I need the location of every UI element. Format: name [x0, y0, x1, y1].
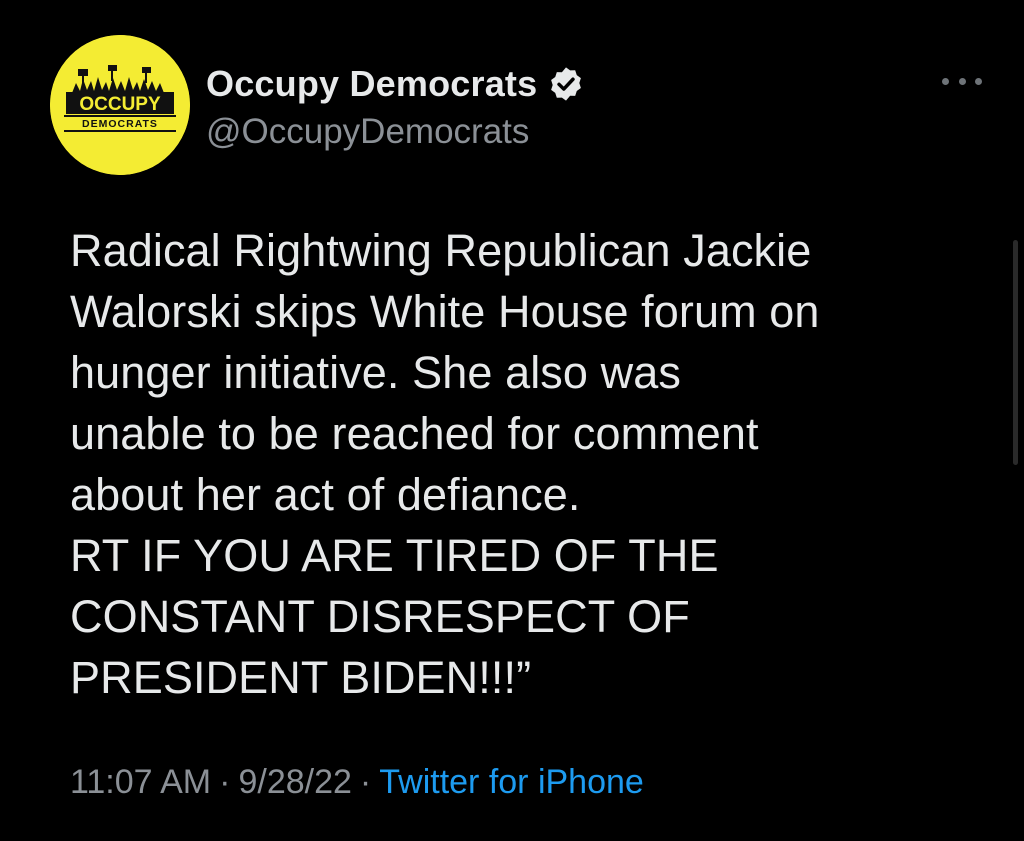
avatar-logo-line2: DEMOCRATS	[82, 118, 158, 130]
display-name-text: Occupy Democrats	[206, 63, 538, 104]
tweet-source-link[interactable]: Twitter for iPhone	[379, 763, 644, 801]
tweet-text-line: Radical Rightwing Republican Jackie	[70, 225, 812, 276]
tweet-text-line: RT IF YOU ARE TIRED OF THE	[70, 530, 719, 581]
tweet-card: OCCUPY DEMOCRATS Occupy Democrats @Occup…	[0, 0, 1024, 841]
more-options-icon	[942, 77, 949, 85]
avatar[interactable]: OCCUPY DEMOCRATS	[50, 35, 190, 175]
tweet-text-line: about her act of defiance.	[70, 469, 581, 520]
more-options-dot	[975, 77, 982, 85]
tweet-text-line: PRESIDENT BIDEN!!!”	[70, 652, 532, 703]
more-options-button[interactable]	[940, 66, 984, 96]
avatar-logo-line1: OCCUPY	[79, 94, 161, 115]
tweet-text-line: unable to be reached for comment	[70, 408, 759, 459]
user-handle[interactable]: @OccupyDemocrats	[206, 110, 529, 154]
tweet-text-line: Walorski skips White House forum on	[70, 286, 820, 337]
tweet-text-line: hunger initiative. She also was	[70, 347, 681, 398]
tweet-meta: 11:07 AM · 9/28/22 · Twitter for iPhone	[70, 758, 644, 806]
scrollbar[interactable]	[1013, 240, 1018, 465]
tweet-date[interactable]: 9/28/22	[238, 763, 351, 801]
verified-badge-icon	[547, 65, 585, 103]
more-options-dot	[958, 77, 966, 85]
tweet-text-line: CONSTANT DISRESPECT OF	[70, 591, 690, 642]
tweet-text: Radical Rightwing Republican Jackie Walo…	[70, 220, 1000, 708]
display-name[interactable]: Occupy Democrats	[206, 62, 585, 106]
occupy-democrats-logo: OCCUPY DEMOCRATS	[50, 35, 190, 175]
tweet-time[interactable]: 11:07 AM	[70, 763, 211, 801]
meta-separator: ·	[359, 763, 372, 801]
meta-separator: ·	[219, 763, 231, 801]
